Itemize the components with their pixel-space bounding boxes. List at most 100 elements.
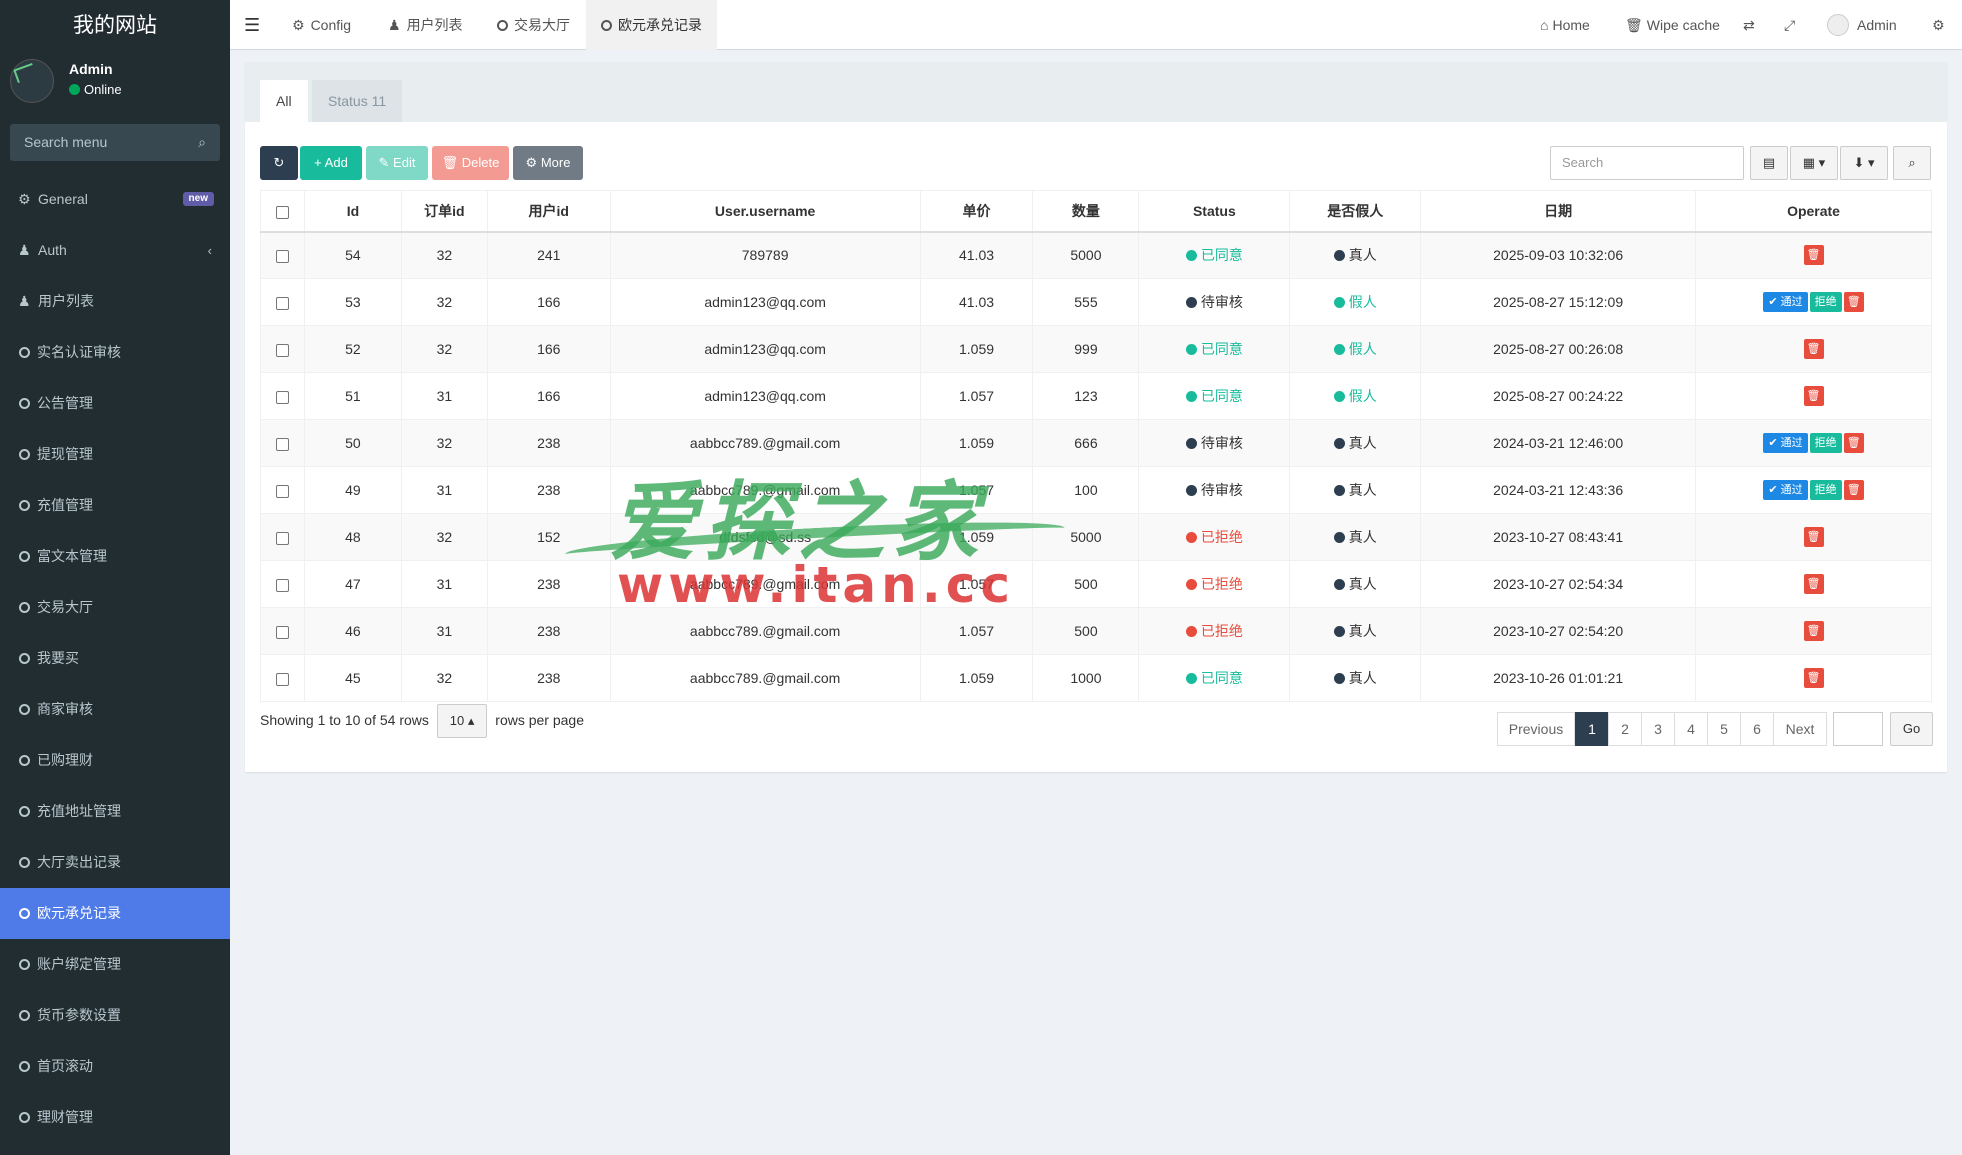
row-select-cell[interactable] <box>260 607 305 655</box>
sidebar-item-18[interactable]: 理财管理 <box>0 1092 230 1143</box>
row-checkbox[interactable] <box>275 296 289 310</box>
row-delete-button[interactable]: 🗑 <box>1843 292 1864 312</box>
col-order-id[interactable]: 订单id <box>400 190 488 233</box>
col-is-fake[interactable]: 是否假人 <box>1289 190 1422 233</box>
row-delete-button[interactable]: 🗑 <box>1803 574 1824 594</box>
row-delete-button[interactable]: 🗑 <box>1803 339 1824 359</box>
table-row[interactable]: 48 32 152 dfdsfsd@sd.ss 1.059 5000 已拒绝 真人 2023-1… <box>260 513 1932 561</box>
page-3[interactable]: 3 <box>1641 712 1675 746</box>
row-checkbox[interactable] <box>275 578 289 592</box>
delete-button[interactable]: 🗑 Delete <box>432 146 509 180</box>
sidebar-item-10[interactable]: 商家审核 <box>0 684 230 735</box>
row-delete-button[interactable]: 🗑 <box>1843 433 1864 453</box>
table-row[interactable]: 47 31 238 aabbcc789.@gmail.com 1.057 500 已拒绝 真人… <box>260 560 1932 608</box>
col-status[interactable]: Status <box>1138 190 1291 233</box>
reject-button[interactable]: 拒绝 <box>1809 480 1842 500</box>
row-checkbox[interactable] <box>275 390 289 404</box>
table-row[interactable]: 54 32 241 789789 41.03 5000 已同意 真人 2025-09-03 10… <box>260 231 1932 279</box>
table-row[interactable]: 53 32 166 admin123@qq.com 41.03 555 待审核 假人 2025-… <box>260 278 1932 326</box>
sidebar-item-1[interactable]: ♟ Auth ‹ <box>0 225 230 276</box>
row-select-cell[interactable] <box>260 466 305 514</box>
row-delete-button[interactable]: 🗑 <box>1803 621 1824 641</box>
row-select-cell[interactable] <box>260 560 305 608</box>
row-delete-button[interactable]: 🗑 <box>1843 480 1864 500</box>
table-row[interactable]: 52 32 166 admin123@qq.com 1.059 999 已同意 假人 2025-… <box>260 325 1932 373</box>
sidebar-item-11[interactable]: 已购理财 <box>0 735 230 786</box>
row-checkbox[interactable] <box>275 343 289 357</box>
tab-trading-hall[interactable]: 交易大厅 <box>482 0 585 50</box>
page-2[interactable]: 2 <box>1608 712 1642 746</box>
home-link[interactable]: ⌂ Home <box>1540 0 1590 50</box>
more-button[interactable]: ⚙ More <box>513 146 583 180</box>
page-next[interactable]: Next <box>1773 712 1827 746</box>
row-delete-button[interactable]: 🗑 <box>1803 245 1824 266</box>
approve-button[interactable]: ✔ 通过 <box>1763 292 1808 312</box>
refresh-button[interactable]: ↻ <box>260 146 298 180</box>
add-button[interactable]: + Add <box>300 146 362 180</box>
sidebar-item-15[interactable]: 账户绑定管理 <box>0 939 230 990</box>
row-select-cell[interactable] <box>260 419 305 467</box>
sidebar-item-17[interactable]: 首页滚动 <box>0 1041 230 1092</box>
row-checkbox[interactable] <box>275 437 289 451</box>
col-user-id[interactable]: 用户id <box>486 190 611 233</box>
settings-icon[interactable]: ⚙ <box>1932 0 1945 50</box>
col-username[interactable]: User.username <box>609 190 921 233</box>
col-price[interactable]: 单价 <box>919 190 1034 233</box>
reject-button[interactable]: 拒绝 <box>1809 433 1842 453</box>
columns-button[interactable]: ▦ ▾ <box>1790 146 1838 180</box>
page-1[interactable]: 1 <box>1575 712 1609 746</box>
table-row[interactable]: 50 32 238 aabbcc789.@gmail.com 1.059 666 待审核 真人… <box>260 419 1932 467</box>
tab-all[interactable]: All <box>260 80 308 122</box>
col-date[interactable]: 日期 <box>1420 190 1697 233</box>
site-title[interactable]: 我的网站 <box>0 0 230 50</box>
sidebar-item-0[interactable]: ⚙ General new <box>0 174 230 225</box>
table-row[interactable]: 49 31 238 aabbcc789.@gmail.com 1.057 100 待审核 真人… <box>260 466 1932 514</box>
table-row[interactable]: 46 31 238 aabbcc789.@gmail.com 1.057 500 已拒绝 真人… <box>260 607 1932 655</box>
row-checkbox[interactable] <box>275 250 289 264</box>
search-button[interactable]: ⌕ <box>1893 146 1931 180</box>
table-row[interactable]: 51 31 166 admin123@qq.com 1.057 123 已同意 假人 2025-… <box>260 372 1932 420</box>
rows-per-page-select[interactable]: 10 ▴ <box>436 704 488 738</box>
row-select-cell[interactable] <box>260 654 305 702</box>
sidebar-item-12[interactable]: 充值地址管理 <box>0 786 230 837</box>
tab-status-11[interactable]: Status 11 <box>312 80 403 122</box>
tab-user-list[interactable]: ♟ 用户列表 <box>373 0 478 50</box>
select-all-header[interactable] <box>260 190 305 233</box>
page-4[interactable]: 4 <box>1674 712 1708 746</box>
table-row[interactable]: 45 32 238 aabbcc789.@gmail.com 1.059 1000 已同意 真… <box>260 654 1932 702</box>
row-delete-button[interactable]: 🗑 <box>1803 386 1824 406</box>
export-button[interactable]: ⬇ ▾ <box>1840 146 1888 180</box>
menu-toggle-icon[interactable]: ☰ <box>244 0 260 50</box>
row-delete-button[interactable]: 🗑 <box>1803 668 1824 688</box>
page-6[interactable]: 6 <box>1740 712 1774 746</box>
row-checkbox[interactable] <box>275 672 289 686</box>
language-icon[interactable]: ⇄ <box>1743 0 1755 50</box>
search-icon[interactable]: ⌕ <box>198 124 206 161</box>
tab-config[interactable]: ⚙ Config <box>277 0 366 50</box>
row-checkbox[interactable] <box>275 531 289 545</box>
row-select-cell[interactable] <box>260 325 305 373</box>
admin-menu[interactable]: Admin <box>1827 0 1897 50</box>
fullscreen-icon[interactable]: ⤢ <box>1784 0 1795 50</box>
row-delete-button[interactable]: 🗑 <box>1803 527 1824 547</box>
sidebar-item-7[interactable]: 富文本管理 <box>0 531 230 582</box>
row-select-cell[interactable] <box>260 278 305 326</box>
row-select-cell[interactable] <box>260 231 305 279</box>
wipe-cache-button[interactable]: 🗑 Wipe cache <box>1625 0 1720 50</box>
sidebar-item-2[interactable]: ♟ 用户列表 <box>0 276 230 327</box>
row-checkbox[interactable] <box>275 625 289 639</box>
row-checkbox[interactable] <box>275 484 289 498</box>
approve-button[interactable]: ✔ 通过 <box>1763 433 1808 453</box>
select-all-checkbox[interactable] <box>275 205 289 219</box>
sidebar-item-13[interactable]: 大厅卖出记录 <box>0 837 230 888</box>
edit-button[interactable]: ✎ Edit <box>366 146 428 180</box>
page-previous[interactable]: Previous <box>1497 712 1575 746</box>
reject-button[interactable]: 拒绝 <box>1809 292 1842 312</box>
sidebar-item-9[interactable]: 我要买 <box>0 633 230 684</box>
col-quantity[interactable]: 数量 <box>1032 190 1140 233</box>
col-id[interactable]: Id <box>303 190 402 233</box>
approve-button[interactable]: ✔ 通过 <box>1763 480 1808 500</box>
page-go-button[interactable]: Go <box>1890 712 1933 746</box>
sidebar-item-6[interactable]: 充值管理 <box>0 480 230 531</box>
tab-euro-exchange[interactable]: 欧元承兑记录 <box>586 0 717 50</box>
